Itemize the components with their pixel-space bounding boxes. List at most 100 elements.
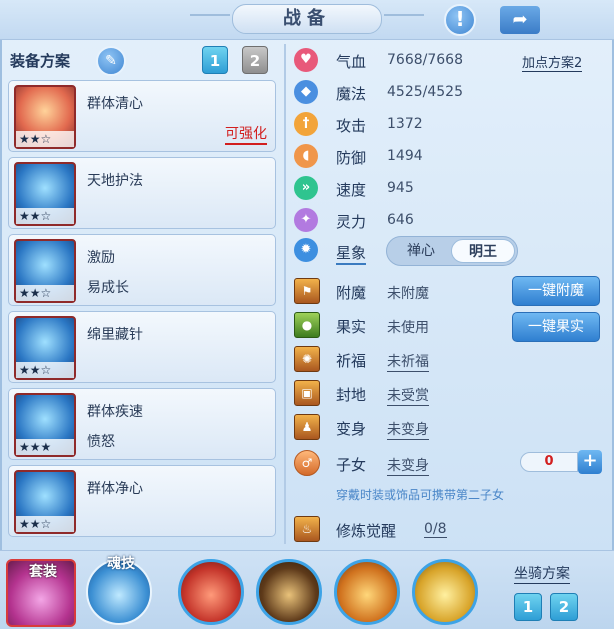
skill-card-3[interactable]: ★★☆ 激励 易成长 [8, 234, 276, 306]
feature-value: 未使用 [387, 320, 429, 336]
skill-card-4[interactable]: ★★☆ 绵里藏针 [8, 311, 276, 383]
mount-avatar-4[interactable] [412, 559, 478, 625]
feature-label: 变身 [336, 420, 367, 438]
cultivation-icon: ♨ [294, 516, 320, 542]
feature-value: 未附魔 [387, 286, 429, 302]
skill-name: 群体净心 [87, 481, 143, 497]
title-bar: 战备 ! ➦ [0, 0, 614, 40]
stat-label: 速度 [336, 181, 367, 199]
share-icon[interactable]: ➦ [500, 6, 540, 34]
panel-divider [284, 44, 286, 544]
plus-icon[interactable]: + [578, 450, 602, 474]
mount-plan-tab-1[interactable]: 1 [514, 593, 542, 621]
cultivation-label: 修炼觉醒 [336, 522, 397, 540]
child-icon: ♂ [294, 450, 320, 476]
feature-value-link[interactable]: 未受赏 [387, 385, 429, 406]
equipment-plan-label: 装备方案 [10, 52, 71, 70]
stat-value: 646 [387, 212, 414, 228]
child-count-display: 0 [520, 452, 578, 472]
star-rating: ★★☆ [16, 362, 74, 378]
star-sign-option-mingwang[interactable]: 明王 [451, 239, 515, 263]
fruit-icon: ● [294, 312, 320, 338]
feature-label: 子女 [336, 456, 367, 474]
help-icon[interactable]: ! [444, 4, 476, 36]
star-rating: ★★☆ [16, 285, 74, 301]
one-click-fruit-button[interactable]: 一键果实 [512, 312, 600, 342]
skill-icon: ★★☆ [14, 162, 76, 226]
heart-icon: ♥ [294, 48, 318, 72]
star-rating: ★★☆ [16, 131, 74, 147]
stat-label: 灵力 [336, 213, 367, 231]
enhance-link[interactable]: 可强化 [225, 123, 267, 145]
star-rating: ★★☆ [16, 208, 74, 224]
mount-avatar-2[interactable] [256, 559, 322, 625]
skill-name: 天地护法 [87, 173, 143, 189]
feature-label: 封地 [336, 386, 367, 404]
skill-icon: ★★☆ [14, 470, 76, 534]
enchant-icon: ⚑ [294, 278, 320, 304]
sword-icon: † [294, 112, 318, 136]
title-decoration-right [384, 14, 424, 16]
star-sign-toggle[interactable]: 禅心 明王 [386, 236, 518, 266]
spirit-icon: ✦ [294, 208, 318, 232]
skill-name: 激励 [87, 250, 115, 266]
star-sign-label: 星象 [336, 242, 367, 265]
skill-icon: ★★☆ [14, 316, 76, 380]
plan-tab-2[interactable]: 2 [242, 46, 268, 74]
star-sign-option-chanxin[interactable]: 禅心 [389, 239, 453, 263]
star-sign-icon: ✹ [294, 238, 318, 262]
mount-avatar-3[interactable] [334, 559, 400, 625]
one-click-enchant-button[interactable]: 一键附魔 [512, 276, 600, 306]
stat-label: 攻击 [336, 117, 367, 135]
feature-label: 果实 [336, 318, 367, 336]
mount-plan-tab-2[interactable]: 2 [550, 593, 578, 621]
skill-subtext: 愤怒 [87, 434, 115, 450]
add-point-plan-link[interactable]: 加点方案2 [522, 52, 583, 72]
skill-card-6[interactable]: ★★☆ 群体净心 [8, 465, 276, 537]
stat-value: 4525/4525 [387, 84, 463, 100]
mount-plan-label: 坐骑方案 [514, 563, 570, 584]
stat-value: 1372 [387, 116, 423, 132]
transform-icon: ♟ [294, 414, 320, 440]
stat-value: 945 [387, 180, 414, 196]
feature-value-link[interactable]: 未变身 [387, 419, 429, 440]
soul-skill-button[interactable]: 魂技 [86, 556, 152, 625]
stat-label: 气血 [336, 53, 367, 71]
skill-icon: ★★☆ [14, 239, 76, 303]
skill-name: 群体清心 [87, 96, 143, 112]
stat-value: 1494 [387, 148, 423, 164]
second-child-hint: 穿戴时装或饰品可携带第二子女 [336, 488, 505, 502]
mana-icon: ◆ [294, 80, 318, 104]
plan-tab-1[interactable]: 1 [202, 46, 228, 74]
skill-subtext: 易成长 [87, 280, 129, 296]
skill-icon: ★★☆ [14, 85, 76, 149]
title-decoration-left [190, 14, 230, 16]
skill-name: 绵里藏针 [87, 327, 143, 343]
star-rating: ★★☆ [16, 516, 74, 532]
soul-skill-label: 魂技 [107, 556, 135, 572]
skill-card-2[interactable]: ★★☆ 天地护法 [8, 157, 276, 229]
skill-card-1[interactable]: ★★☆ 群体清心 可强化 [8, 80, 276, 152]
blessing-icon: ✺ [294, 346, 320, 372]
mount-avatar-1[interactable] [178, 559, 244, 625]
cultivation-value[interactable]: 0/8 [424, 521, 447, 538]
suit-button[interactable]: 套装 [6, 559, 76, 627]
stat-label: 防御 [336, 149, 367, 167]
skill-name: 群体疾速 [87, 404, 143, 420]
feature-value-link[interactable]: 未祈福 [387, 351, 429, 372]
equipment-plan-panel: 装备方案 ✎ 1 2 ★★☆ 群体清心 可强化 ★★☆ 天地护法 ★★☆ 激励 … [4, 42, 282, 548]
feature-label: 祈福 [336, 352, 367, 370]
shield-icon: ◖ [294, 144, 318, 168]
star-rating: ★★★ [16, 439, 74, 455]
skill-icon: ★★★ [14, 393, 76, 457]
bottom-bar: 套装 魂技 坐骑方案 1 2 [0, 550, 614, 629]
speed-icon: » [294, 176, 318, 200]
feature-value-link[interactable]: 未变身 [387, 455, 429, 476]
window-title: 战备 [232, 4, 382, 34]
suit-label: 套装 [29, 564, 57, 580]
fief-icon: ▣ [294, 380, 320, 406]
skill-card-5[interactable]: ★★★ 群体疾速 愤怒 [8, 388, 276, 460]
pencil-icon[interactable]: ✎ [96, 46, 126, 76]
stat-label: 魔法 [336, 85, 367, 103]
feature-label: 附魔 [336, 284, 367, 302]
